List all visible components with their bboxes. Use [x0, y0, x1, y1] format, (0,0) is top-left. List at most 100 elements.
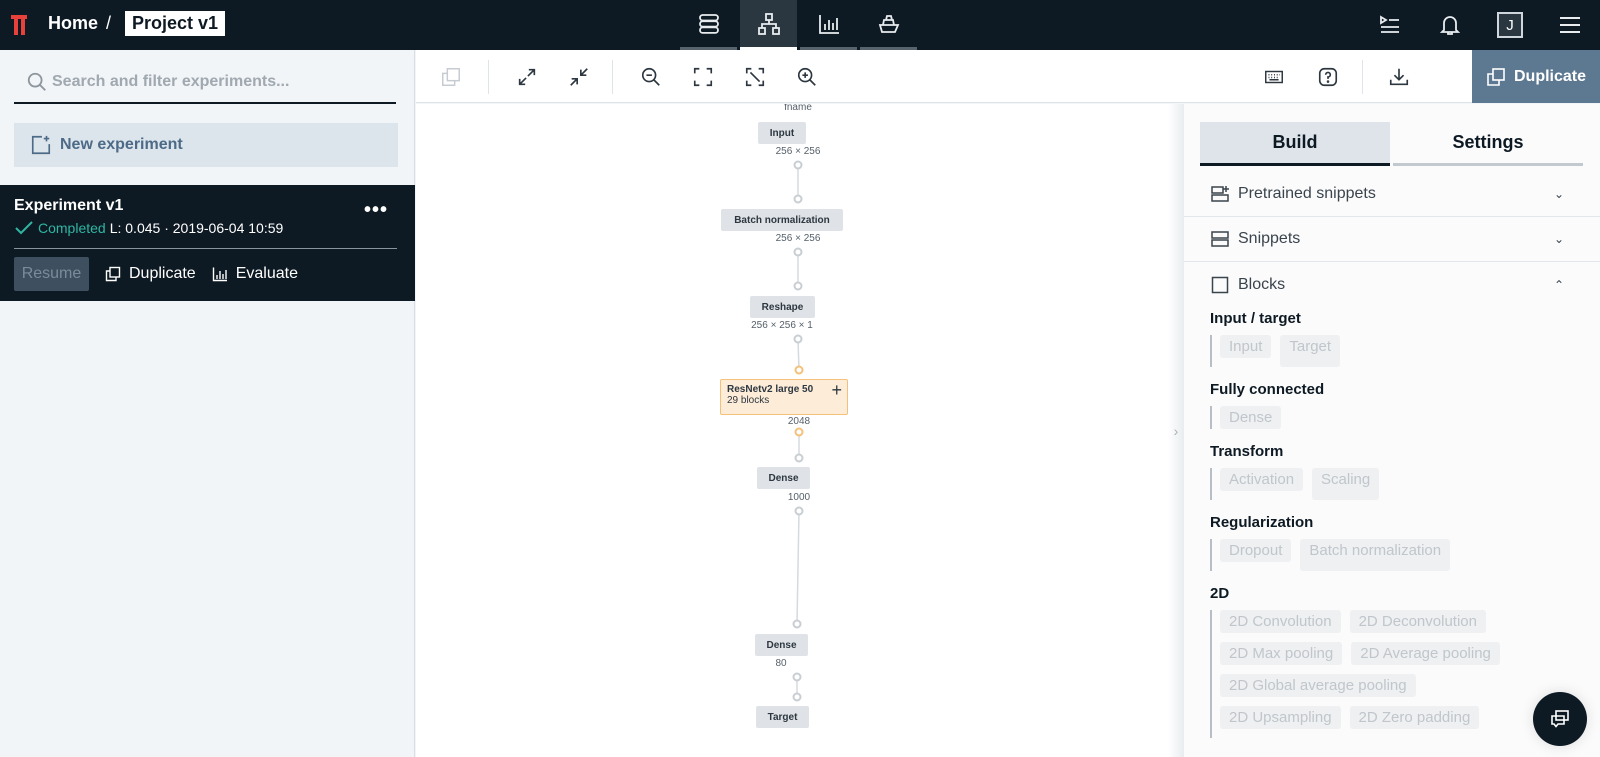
download-button[interactable]: [1384, 62, 1414, 92]
accordion-blocks[interactable]: Blocks ⌃: [1184, 262, 1600, 307]
zoom-in-button[interactable]: [792, 62, 822, 92]
duplicate-button[interactable]: Duplicate: [1472, 50, 1600, 103]
tab-evaluation[interactable]: [800, 0, 857, 50]
block-2d-deconvolution[interactable]: 2D Deconvolution: [1349, 610, 1486, 633]
block-group-title: Fully connected: [1210, 381, 1325, 398]
keyboard-shortcuts-button[interactable]: [1259, 62, 1289, 92]
block-2d-average-pooling[interactable]: 2D Average pooling: [1351, 642, 1500, 665]
panel-collapse-handle[interactable]: ›: [1168, 104, 1184, 757]
search-input[interactable]: [52, 73, 392, 91]
block-group-title: Regularization: [1210, 514, 1314, 531]
collapse-all-button[interactable]: [564, 62, 594, 92]
chevron-right-icon: ›: [1173, 422, 1179, 439]
tab-datasets[interactable]: [680, 0, 737, 50]
block-group-title: Transform: [1210, 443, 1284, 460]
port-output[interactable]: [793, 247, 803, 257]
graph-node-dense[interactable]: Dense: [757, 467, 810, 489]
node-output-shape: 256 × 256: [775, 233, 821, 244]
chevron-up-icon: ⌃: [1553, 277, 1564, 292]
evaluate-button[interactable]: Evaluate: [212, 265, 298, 283]
chat-support-button[interactable]: [1533, 692, 1587, 746]
graph-node-batch-normalization[interactable]: Batch normalization: [721, 209, 843, 231]
port-input[interactable]: [793, 281, 803, 291]
block-activation[interactable]: Activation: [1220, 468, 1304, 491]
block-2d-convolution[interactable]: 2D Convolution: [1220, 610, 1341, 633]
main-menu-button[interactable]: [1540, 0, 1600, 50]
peltarion-logo[interactable]: [10, 13, 28, 37]
resume-button[interactable]: Resume: [14, 257, 89, 291]
duplicate-experiment-button[interactable]: Duplicate: [105, 265, 196, 283]
graph-node-reshape[interactable]: Reshape: [750, 296, 815, 318]
fit-to-screen-button[interactable]: [688, 62, 718, 92]
block-group-title: 2D: [1210, 585, 1230, 602]
breadcrumb-project[interactable]: Project v1: [125, 11, 226, 36]
blocks-icon: [1211, 276, 1229, 293]
main-nav-tabs: [680, 0, 917, 50]
port-input[interactable]: [794, 453, 804, 463]
accordion-snippets[interactable]: Snippets ⌄: [1184, 217, 1600, 262]
block-group-items: Dropout Batch normalization: [1210, 539, 1590, 571]
block-batch-normalization[interactable]: Batch normalization: [1300, 539, 1451, 571]
graph-node-dense[interactable]: Dense: [755, 634, 808, 656]
experiment-card[interactable]: Experiment v1 Completed L: 0.045 · 2019-…: [0, 185, 415, 301]
block-input[interactable]: Input: [1220, 335, 1272, 358]
block-dense[interactable]: Dense: [1220, 406, 1282, 429]
node-subtitle: 29 blocks: [727, 395, 770, 406]
port-input[interactable]: [792, 692, 802, 702]
ship-icon: [878, 14, 899, 33]
panel-tabs: Build Settings: [1200, 122, 1584, 168]
experiment-title: Experiment v1: [14, 197, 124, 214]
block-dropout[interactable]: Dropout: [1220, 539, 1292, 562]
tab-deployment[interactable]: [860, 0, 917, 50]
accordion-label: Blocks: [1238, 275, 1286, 293]
block-scaling[interactable]: Scaling: [1312, 468, 1380, 500]
top-right-actions: J: [1360, 0, 1600, 50]
port-input[interactable]: [793, 194, 803, 204]
help-button[interactable]: [1313, 62, 1343, 92]
port-output[interactable]: [794, 506, 804, 516]
port-output[interactable]: [793, 334, 803, 344]
pretrained-snippets-icon: [1211, 186, 1229, 202]
accordion-label: Pretrained snippets: [1238, 185, 1376, 202]
tab-build[interactable]: Build: [1200, 122, 1390, 166]
block-2d-max-pooling[interactable]: 2D Max pooling: [1220, 642, 1343, 665]
port-output[interactable]: [792, 672, 802, 682]
port-output[interactable]: [793, 160, 803, 170]
link-reshape-resnet: [797, 338, 800, 371]
experiment-status-row: Completed L: 0.045 · 2019-06-04 10:59: [14, 220, 283, 236]
experiments-sidebar: New experiment Experiment v1 Completed L…: [0, 50, 415, 757]
bar-chart-icon: [212, 267, 227, 282]
tab-settings[interactable]: Settings: [1393, 122, 1583, 166]
zoom-out-button[interactable]: [636, 62, 666, 92]
expand-all-button[interactable]: [512, 62, 542, 92]
graph-node-input[interactable]: Input: [758, 122, 806, 144]
keyboard-icon: [1265, 70, 1283, 84]
copy-button[interactable]: [436, 62, 466, 92]
block-2d-upsampling[interactable]: 2D Upsampling: [1220, 706, 1341, 729]
user-menu-button[interactable]: J: [1480, 0, 1540, 50]
port-output[interactable]: [794, 427, 804, 437]
block-target[interactable]: Target: [1280, 335, 1341, 367]
new-experiment-icon: [31, 135, 51, 155]
accordion-pretrained-snippets[interactable]: Pretrained snippets ⌄: [1184, 172, 1600, 217]
fit-icon: [693, 67, 713, 87]
breadcrumb-home[interactable]: Home: [48, 13, 98, 34]
model-graph-canvas[interactable]: fname Input 256 × 256 Batch normalizatio…: [416, 104, 1168, 757]
block-2d-global-average-pooling[interactable]: 2D Global average pooling: [1220, 674, 1416, 697]
blocks-list: Input / target Input Target Fully connec…: [1210, 310, 1590, 752]
block-2d-zero-padding[interactable]: 2D Zero padding: [1349, 706, 1480, 729]
port-input[interactable]: [794, 365, 804, 375]
run-queue-button[interactable]: [1360, 0, 1420, 50]
new-experiment-button[interactable]: New experiment: [14, 123, 398, 167]
toolbar-separator: [1362, 60, 1363, 94]
expand-snippet-icon[interactable]: +: [831, 380, 842, 401]
port-input[interactable]: [792, 619, 802, 629]
experiment-more-button[interactable]: •••: [364, 199, 388, 222]
fit-selection-button[interactable]: [740, 62, 770, 92]
toolbar-separator: [612, 60, 613, 94]
notifications-button[interactable]: [1420, 0, 1480, 50]
graph-node-target[interactable]: Target: [756, 706, 809, 728]
tab-modeling[interactable]: [740, 0, 797, 50]
graph-node-resnetv2-snippet[interactable]: ResNetv2 large 50 29 blocks +: [720, 379, 848, 415]
status-badge: Completed: [38, 220, 106, 236]
